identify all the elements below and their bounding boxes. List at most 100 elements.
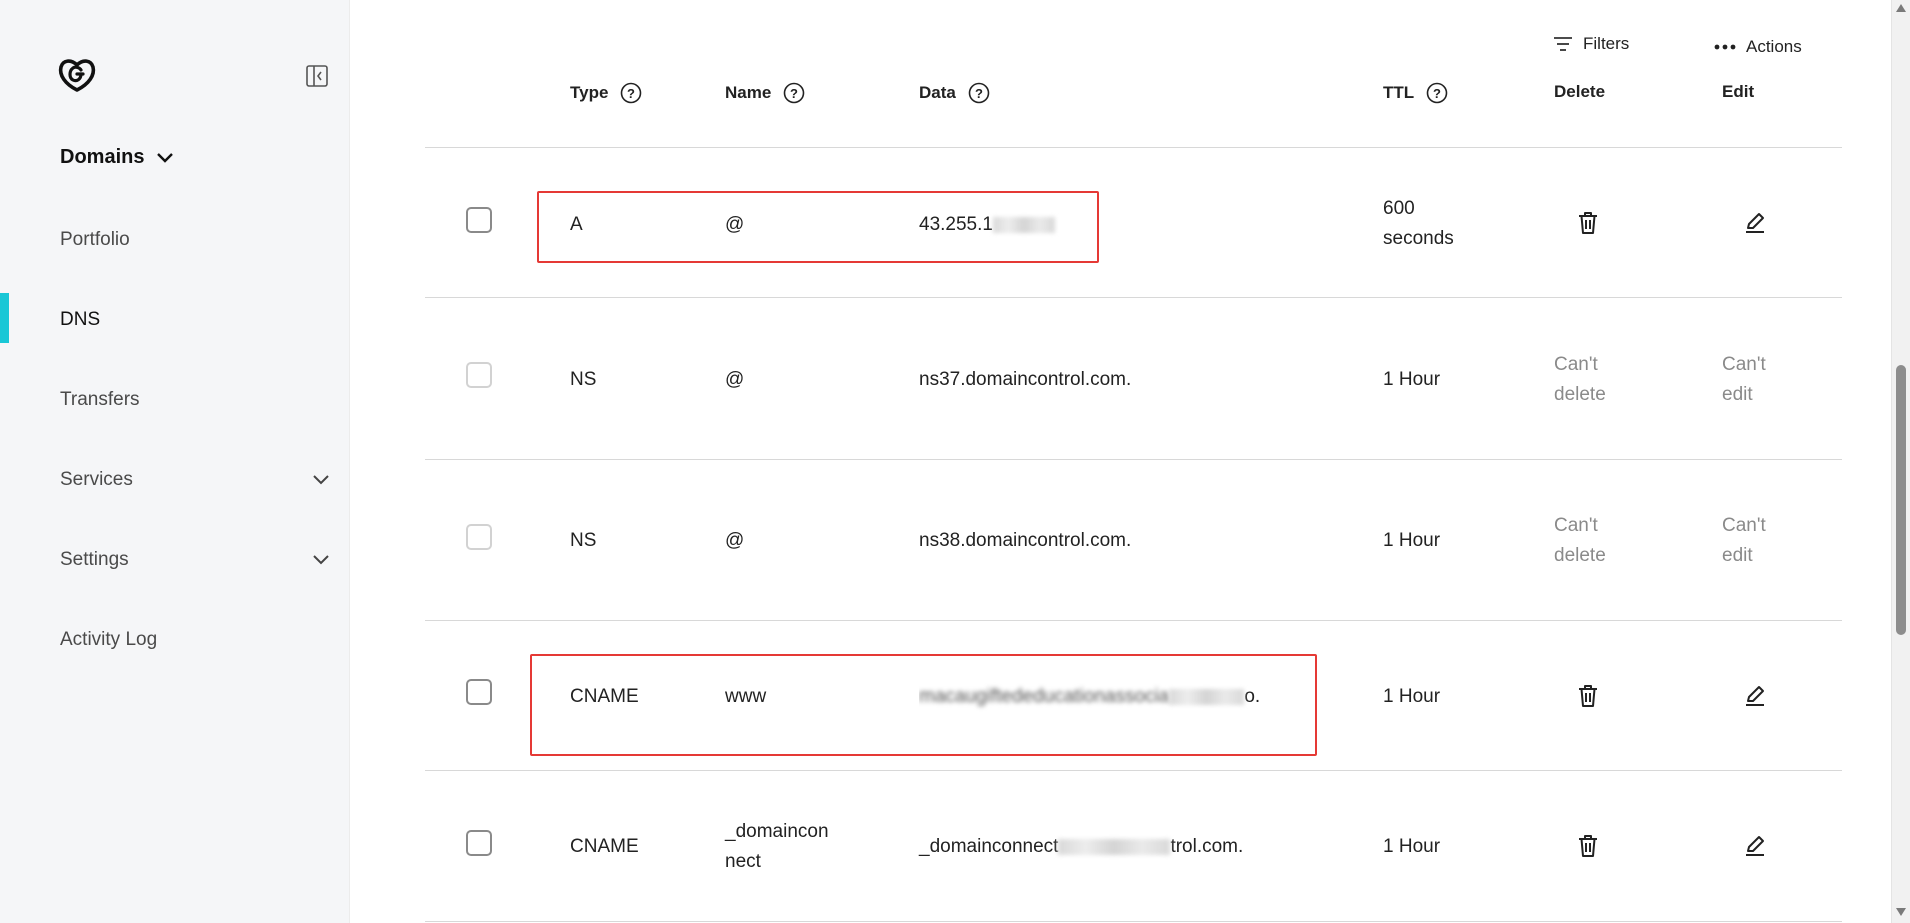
- row-divider: [425, 921, 1842, 922]
- record-type: NS: [570, 530, 597, 551]
- help-icon[interactable]: ?: [620, 82, 642, 104]
- column-header-label: Type: [570, 83, 609, 102]
- row-checkbox[interactable]: [466, 830, 492, 856]
- cant-delete-line: delete: [1554, 384, 1606, 405]
- pencil-icon[interactable]: [1741, 832, 1769, 860]
- record-data-suffix: trol.com.: [1170, 836, 1244, 857]
- chevron-down-icon: [157, 152, 174, 163]
- column-header-data[interactable]: Data ?: [919, 82, 990, 104]
- godaddy-logo-icon[interactable]: [57, 57, 97, 93]
- column-header-delete: Delete: [1554, 82, 1605, 102]
- column-header-label: TTL: [1383, 83, 1415, 102]
- svg-text:?: ?: [790, 86, 798, 101]
- sidebar-item-label: Portfolio: [60, 229, 130, 250]
- collapse-sidebar-icon[interactable]: [305, 64, 329, 88]
- row-divider: [425, 459, 1842, 460]
- sidebar-item-services[interactable]: Services: [60, 469, 330, 491]
- sidebar-item-transfers[interactable]: Transfers: [60, 389, 330, 411]
- record-ttl: 600 seconds: [1383, 194, 1454, 254]
- sidebar-item-label: Transfers: [60, 389, 140, 410]
- column-header-label: Name: [725, 83, 772, 102]
- sidebar-item-dns[interactable]: DNS: [60, 309, 330, 331]
- domains-title: Domains: [60, 146, 145, 168]
- record-ttl: 1 Hour: [1383, 836, 1441, 857]
- help-icon[interactable]: ?: [1426, 82, 1448, 104]
- actions-label: Actions: [1746, 37, 1802, 56]
- column-header-name[interactable]: Name ?: [725, 82, 805, 104]
- trash-icon[interactable]: [1574, 682, 1602, 710]
- scroll-up-arrow-icon[interactable]: [1896, 4, 1906, 12]
- record-name: @: [725, 530, 745, 551]
- help-icon[interactable]: ?: [968, 82, 990, 104]
- row-checkbox[interactable]: [466, 207, 492, 233]
- sidebar-item-portfolio[interactable]: Portfolio: [60, 229, 330, 251]
- sidebar-item-label: Settings: [60, 549, 129, 570]
- cant-delete-line: Can't: [1554, 354, 1598, 375]
- row-checkbox[interactable]: [466, 679, 492, 705]
- record-ttl: 1 Hour: [1383, 369, 1441, 390]
- edit-unavailable: Can't edit: [1722, 350, 1766, 410]
- svg-text:?: ?: [975, 86, 983, 101]
- chevron-down-icon: [313, 555, 329, 565]
- redacted-blur: [1058, 838, 1171, 855]
- row-checkbox: [466, 362, 492, 388]
- record-data: _domainconnect trol.com.: [919, 832, 1243, 862]
- dns-records-panel: Filters Actions Type ? Name ? Data ? TTL…: [351, 0, 1891, 923]
- scroll-down-arrow-icon[interactable]: [1896, 908, 1906, 916]
- svg-text:?: ?: [627, 86, 635, 101]
- row-divider: [425, 147, 1842, 148]
- chevron-down-icon: [313, 475, 329, 485]
- sidebar-item-settings[interactable]: Settings: [60, 549, 330, 571]
- highlight-box: [537, 191, 1099, 263]
- record-data: ns38.domaincontrol.com.: [919, 530, 1132, 551]
- scrollbar-thumb[interactable]: [1896, 365, 1906, 635]
- ttl-line: 600: [1383, 198, 1415, 219]
- sidebar-item-label: DNS: [60, 309, 101, 330]
- record-data-prefix: _domainconnect: [919, 836, 1059, 857]
- row-divider: [425, 297, 1842, 298]
- cant-edit-line: Can't: [1722, 515, 1766, 536]
- record-ttl: 1 Hour: [1383, 686, 1441, 707]
- actions-button[interactable]: Actions: [1714, 37, 1802, 57]
- sidebar: Domains Portfolio DNS Transfers Services…: [0, 0, 350, 923]
- cant-edit-line: Can't: [1722, 354, 1766, 375]
- sidebar-item-label: Activity Log: [60, 629, 158, 650]
- highlight-box: [530, 654, 1317, 756]
- delete-unavailable: Can't delete: [1554, 350, 1606, 410]
- more-horizontal-icon: [1714, 44, 1736, 50]
- filters-label: Filters: [1583, 34, 1630, 53]
- trash-icon[interactable]: [1574, 832, 1602, 860]
- edit-unavailable: Can't edit: [1722, 511, 1766, 571]
- pencil-icon[interactable]: [1741, 682, 1769, 710]
- domains-menu[interactable]: Domains: [60, 146, 174, 169]
- record-name-line: _domaincon: [725, 821, 829, 842]
- cant-delete-line: delete: [1554, 545, 1606, 566]
- record-data: ns37.domaincontrol.com.: [919, 369, 1132, 390]
- cant-delete-line: Can't: [1554, 515, 1598, 536]
- row-divider: [425, 770, 1842, 771]
- cant-edit-line: edit: [1722, 384, 1753, 405]
- row-checkbox: [466, 524, 492, 550]
- vertical-scrollbar[interactable]: [1891, 0, 1910, 923]
- column-header-ttl[interactable]: TTL ?: [1383, 82, 1448, 104]
- trash-icon[interactable]: [1574, 209, 1602, 237]
- help-icon[interactable]: ?: [783, 82, 805, 104]
- sidebar-item-activity-log[interactable]: Activity Log: [60, 629, 330, 651]
- record-ttl: 1 Hour: [1383, 530, 1441, 551]
- record-type: CNAME: [570, 836, 639, 857]
- ttl-line: seconds: [1383, 228, 1454, 249]
- record-name: _domaincon nect: [725, 817, 829, 877]
- pencil-icon[interactable]: [1741, 209, 1769, 237]
- sidebar-item-label: Services: [60, 469, 133, 490]
- active-indicator: [0, 293, 9, 343]
- column-header-edit: Edit: [1722, 82, 1754, 102]
- column-header-label: Delete: [1554, 82, 1606, 101]
- cant-edit-line: edit: [1722, 545, 1753, 566]
- column-header-type[interactable]: Type ?: [570, 82, 642, 104]
- svg-text:?: ?: [1433, 86, 1441, 101]
- row-divider: [425, 620, 1842, 621]
- record-name: @: [725, 369, 745, 390]
- filters-button[interactable]: Filters: [1553, 34, 1629, 54]
- column-header-label: Data: [919, 83, 956, 102]
- delete-unavailable: Can't delete: [1554, 511, 1606, 571]
